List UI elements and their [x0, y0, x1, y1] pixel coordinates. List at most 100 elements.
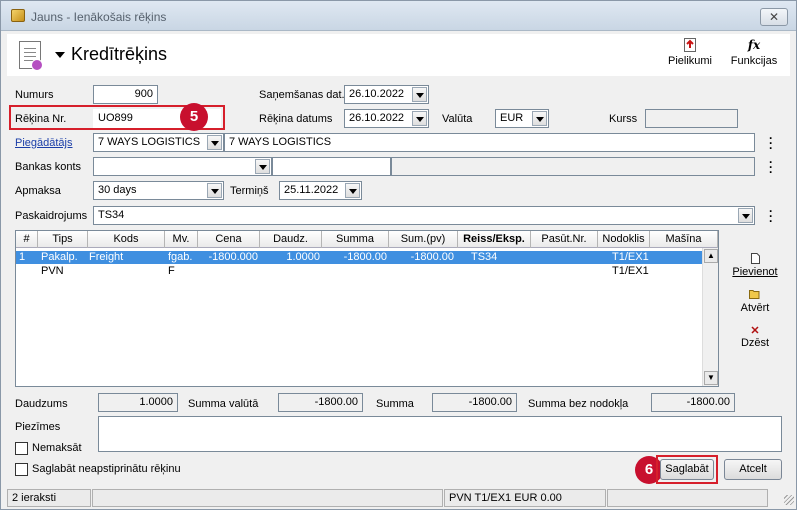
functions-label: Funkcijas [730, 55, 778, 67]
paskaidrojums-select[interactable]: TS34 [93, 206, 755, 225]
open-line-label: Atvērt [740, 302, 770, 314]
attachments-button[interactable]: Pielikumi [667, 36, 713, 67]
summa-field: -1800.00 [432, 393, 517, 412]
rekina-datums-dropdown-icon[interactable] [412, 111, 427, 126]
status-bar: 2 ieraksti PVN T1/EX1 EUR 0.00 [3, 489, 794, 507]
title-bar: Jauns - Ienākošais rēķins ✕ [1, 1, 796, 31]
bankas-konts-extra-field[interactable] [272, 157, 391, 176]
add-line-button[interactable]: Pievienot [727, 253, 783, 278]
column-header[interactable]: Mv. [165, 231, 198, 248]
column-header[interactable]: Kods [88, 231, 165, 248]
apmaksa-dropdown-icon[interactable] [207, 183, 222, 198]
nemaksat-checkbox[interactable] [15, 442, 28, 455]
sanemsanas-date-field[interactable]: 26.10.2022 [344, 85, 429, 104]
bankas-konts-dropdown-icon[interactable] [255, 159, 270, 174]
column-header[interactable]: Tips [38, 231, 88, 248]
table-cell [652, 265, 700, 278]
saglabat-neapstiprinatu-checkbox[interactable] [15, 463, 28, 476]
apmaksa-label: Apmaksa [15, 185, 61, 197]
table-cell: TS34 [471, 251, 498, 263]
bankas-konts-select[interactable] [93, 157, 272, 176]
table-cell [533, 251, 596, 264]
table-cell: Freight [89, 251, 124, 263]
delete-line-button[interactable]: ✕ Dzēst [727, 324, 783, 349]
table-cell: F [168, 265, 175, 277]
column-header[interactable]: Sum.(pv) [389, 231, 458, 248]
table-cell: -1800.000 [208, 251, 258, 263]
bankas-konts-more-icon[interactable]: · · · [769, 156, 773, 178]
termins-field[interactable]: 25.11.2022 [279, 181, 362, 200]
daudzums-label: Daudzums [15, 398, 68, 410]
table-row[interactable]: 1 Pakalp. Freight fgab. -1800.000 1.0000… [16, 251, 702, 264]
table-cell: 1.0000 [286, 251, 320, 263]
open-line-button[interactable]: Atvērt [727, 289, 783, 314]
invoice-window: Jauns - Ienākošais rēķins ✕ Kredītrēķins… [0, 0, 797, 510]
column-header[interactable]: Summa [322, 231, 389, 248]
summa-bez-nodokla-label: Summa bez nodokļa [528, 398, 629, 410]
document-type-dropdown-icon[interactable] [55, 52, 65, 58]
table-scrollbar[interactable]: ▲ ▼ [702, 248, 718, 386]
callout-5: 5 [180, 103, 208, 131]
cancel-button[interactable]: Atcelt [724, 459, 782, 480]
column-header[interactable]: # [16, 231, 38, 248]
paskaidrojums-dropdown-icon[interactable] [738, 208, 753, 223]
app-icon [11, 9, 25, 22]
nemaksat-label: Nemaksāt [32, 442, 82, 454]
table-cell [471, 265, 529, 278]
piezimes-label: Piezīmes [15, 421, 61, 433]
table-cell: PVN [41, 265, 64, 277]
piezimes-textarea[interactable] [98, 416, 782, 452]
piegadatajs-dropdown-icon[interactable] [207, 135, 222, 150]
table-row[interactable]: PVN F T1/EX1 [16, 265, 702, 278]
table-cell: -1800.00 [343, 251, 387, 263]
daudzums-field: 1.0000 [98, 393, 178, 412]
rekina-datums-field[interactable]: 26.10.2022 [344, 109, 429, 128]
table-cell [200, 265, 258, 278]
termins-label: Termiņš [230, 185, 269, 197]
table-cell [652, 251, 700, 264]
table-cell [19, 265, 37, 278]
table-cell [89, 265, 164, 278]
tax-summary: PVN T1/EX1 EUR 0.00 [444, 489, 606, 507]
piegadatajs-code-select[interactable]: 7 WAYS LOGISTICS [93, 133, 224, 152]
bankas-konts-info-field [391, 157, 755, 176]
status-empty [607, 489, 768, 507]
piegadatajs-more-icon[interactable]: · · · [769, 132, 773, 154]
open-folder-icon [727, 289, 783, 302]
column-header[interactable]: Cena [198, 231, 260, 248]
functions-button[interactable]: fx Funkcijas [727, 36, 781, 67]
resize-grip-icon[interactable] [784, 495, 794, 505]
numurs-label: Numurs [15, 89, 54, 101]
sanemsanas-label: Saņemšanas dat. [259, 89, 345, 101]
column-header[interactable]: Pasūt.Nr. [531, 231, 598, 248]
apmaksa-value: 30 days [98, 184, 137, 196]
column-header[interactable]: Reiss/Eksp. [458, 231, 531, 248]
sanemsanas-date-value: 26.10.2022 [349, 88, 405, 100]
table-cell [391, 265, 454, 278]
record-count: 2 ieraksti [7, 489, 91, 507]
column-header[interactable]: Daudz. [260, 231, 322, 248]
close-button[interactable]: ✕ [760, 8, 788, 26]
table-cell: 1 [19, 251, 26, 263]
page-title: Kredītrēķins [71, 44, 168, 64]
sanemsanas-dropdown-icon[interactable] [412, 87, 427, 102]
numurs-field[interactable]: 900 [93, 85, 158, 104]
delete-line-label: Dzēst [740, 337, 770, 349]
kurss-field [645, 109, 738, 128]
valuta-select[interactable]: EUR [495, 109, 549, 128]
paskaidrojums-more-icon[interactable]: · · · [769, 205, 773, 227]
rekina-datums-value: 26.10.2022 [349, 112, 405, 124]
column-header[interactable]: Mašīna [650, 231, 718, 248]
valuta-dropdown-icon[interactable] [532, 111, 547, 126]
column-header[interactable]: Nodoklis [598, 231, 650, 248]
termins-dropdown-icon[interactable] [345, 183, 360, 198]
scroll-down-icon[interactable]: ▼ [704, 371, 718, 385]
summa-bez-nodokla-field: -1800.00 [651, 393, 735, 412]
scroll-up-icon[interactable]: ▲ [704, 249, 718, 263]
table-cell: Pakalp. [41, 251, 78, 263]
apmaksa-select[interactable]: 30 days [93, 181, 224, 200]
piegadatajs-name-field[interactable]: 7 WAYS LOGISTICS [224, 133, 755, 152]
table-cell [324, 265, 387, 278]
piegadatajs-link[interactable]: Piegādātājs [15, 137, 73, 149]
new-document-icon [727, 253, 783, 266]
